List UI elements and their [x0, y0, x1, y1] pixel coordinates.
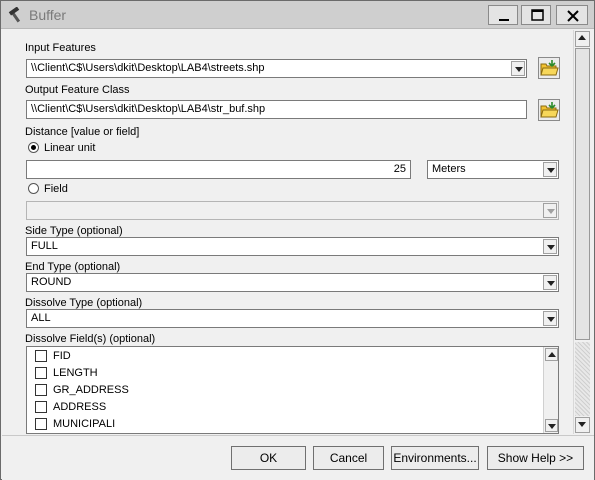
cancel-button[interactable]: Cancel	[313, 446, 384, 470]
close-icon	[567, 10, 579, 22]
distance-value: 25	[393, 163, 406, 175]
maximize-button[interactable]	[521, 5, 551, 25]
side-type-label: Side Type (optional)	[25, 225, 123, 237]
side-type-select[interactable]: FULL	[26, 237, 559, 256]
chevron-down-icon	[543, 203, 557, 218]
chevron-down-icon[interactable]	[511, 61, 525, 76]
ok-button[interactable]: OK	[231, 446, 306, 470]
scroll-down-icon[interactable]	[575, 417, 590, 433]
scrollbar-thumb[interactable]	[575, 48, 590, 340]
scroll-up-icon[interactable]	[545, 348, 558, 361]
checkbox[interactable]	[35, 418, 47, 430]
distance-value-field[interactable]: 25	[26, 160, 411, 179]
show-help-button[interactable]: Show Help >>	[487, 446, 584, 470]
output-feature-class-value: \\Client\C$\Users\dkit\Desktop\LAB4\str_…	[31, 103, 266, 115]
field-select	[26, 201, 559, 220]
list-scrollbar[interactable]	[543, 347, 558, 433]
maximize-icon	[531, 9, 544, 21]
distance-label: Distance [value or field]	[25, 126, 140, 138]
field-radio[interactable]	[28, 183, 39, 194]
buffer-dialog: Buffer Input Features \\Client\C$\Users\…	[0, 0, 595, 480]
output-feature-class-field[interactable]: \\Client\C$\Users\dkit\Desktop\LAB4\str_…	[26, 100, 527, 119]
scroll-down-icon[interactable]	[545, 419, 558, 432]
list-item-label: ADDRESS	[53, 401, 107, 413]
end-type-select[interactable]: ROUND	[26, 273, 559, 292]
side-type-value: FULL	[31, 240, 58, 252]
dissolve-type-value: ALL	[31, 312, 51, 324]
dissolve-fields-label: Dissolve Field(s) (optional)	[25, 333, 156, 345]
environments-button[interactable]: Environments...	[391, 446, 479, 470]
hammer-icon	[8, 7, 21, 23]
chevron-down-icon[interactable]	[543, 275, 557, 290]
scrollbar-track[interactable]	[575, 342, 590, 416]
list-item-label: MUNICIPALI	[53, 418, 116, 430]
distance-unit-value: Meters	[432, 163, 466, 175]
chevron-down-icon[interactable]	[543, 239, 557, 254]
browse-input-button[interactable]	[538, 57, 560, 79]
checkbox[interactable]	[35, 384, 47, 396]
checkbox[interactable]	[35, 350, 47, 362]
output-feature-class-label: Output Feature Class	[25, 84, 130, 96]
checkbox[interactable]	[35, 367, 47, 379]
dialog-body: Input Features \\Client\C$\Users\dkit\De…	[2, 30, 594, 434]
dialog-scrollbar[interactable]	[573, 30, 590, 434]
end-type-label: End Type (optional)	[25, 261, 121, 273]
linear-unit-label: Linear unit	[44, 142, 96, 154]
list-item-label: GR_ADDRESS	[53, 384, 129, 396]
button-bar: OK Cancel Environments... Show Help >>	[2, 435, 594, 480]
dissolve-type-label: Dissolve Type (optional)	[25, 297, 143, 309]
linear-unit-radio[interactable]	[28, 142, 39, 153]
field-label: Field	[44, 183, 68, 195]
dissolve-type-select[interactable]: ALL	[26, 309, 559, 328]
window-title: Buffer	[29, 7, 67, 23]
input-features-combobox[interactable]: \\Client\C$\Users\dkit\Desktop\LAB4\stre…	[26, 59, 527, 78]
list-item-label: LENGTH	[53, 367, 98, 379]
input-features-value: \\Client\C$\Users\dkit\Desktop\LAB4\stre…	[31, 62, 265, 74]
input-features-label: Input Features	[25, 42, 96, 54]
close-button[interactable]	[556, 5, 588, 25]
minimize-icon	[499, 19, 509, 21]
title-bar[interactable]: Buffer	[1, 1, 594, 29]
folder-icon	[540, 102, 559, 118]
chevron-down-icon[interactable]	[543, 311, 557, 326]
minimize-button[interactable]	[488, 5, 518, 25]
end-type-value: ROUND	[31, 276, 72, 288]
distance-unit-select[interactable]: Meters	[427, 160, 559, 179]
checkbox[interactable]	[35, 401, 47, 413]
scroll-up-icon[interactable]	[575, 31, 590, 47]
browse-output-button[interactable]	[538, 99, 560, 121]
dissolve-fields-list[interactable]: FID LENGTH GR_ADDRESS ADDRESS MUNICIPALI	[26, 346, 559, 434]
chevron-down-icon[interactable]	[543, 162, 557, 177]
folder-icon	[540, 60, 559, 76]
list-item-label: FID	[53, 350, 71, 362]
